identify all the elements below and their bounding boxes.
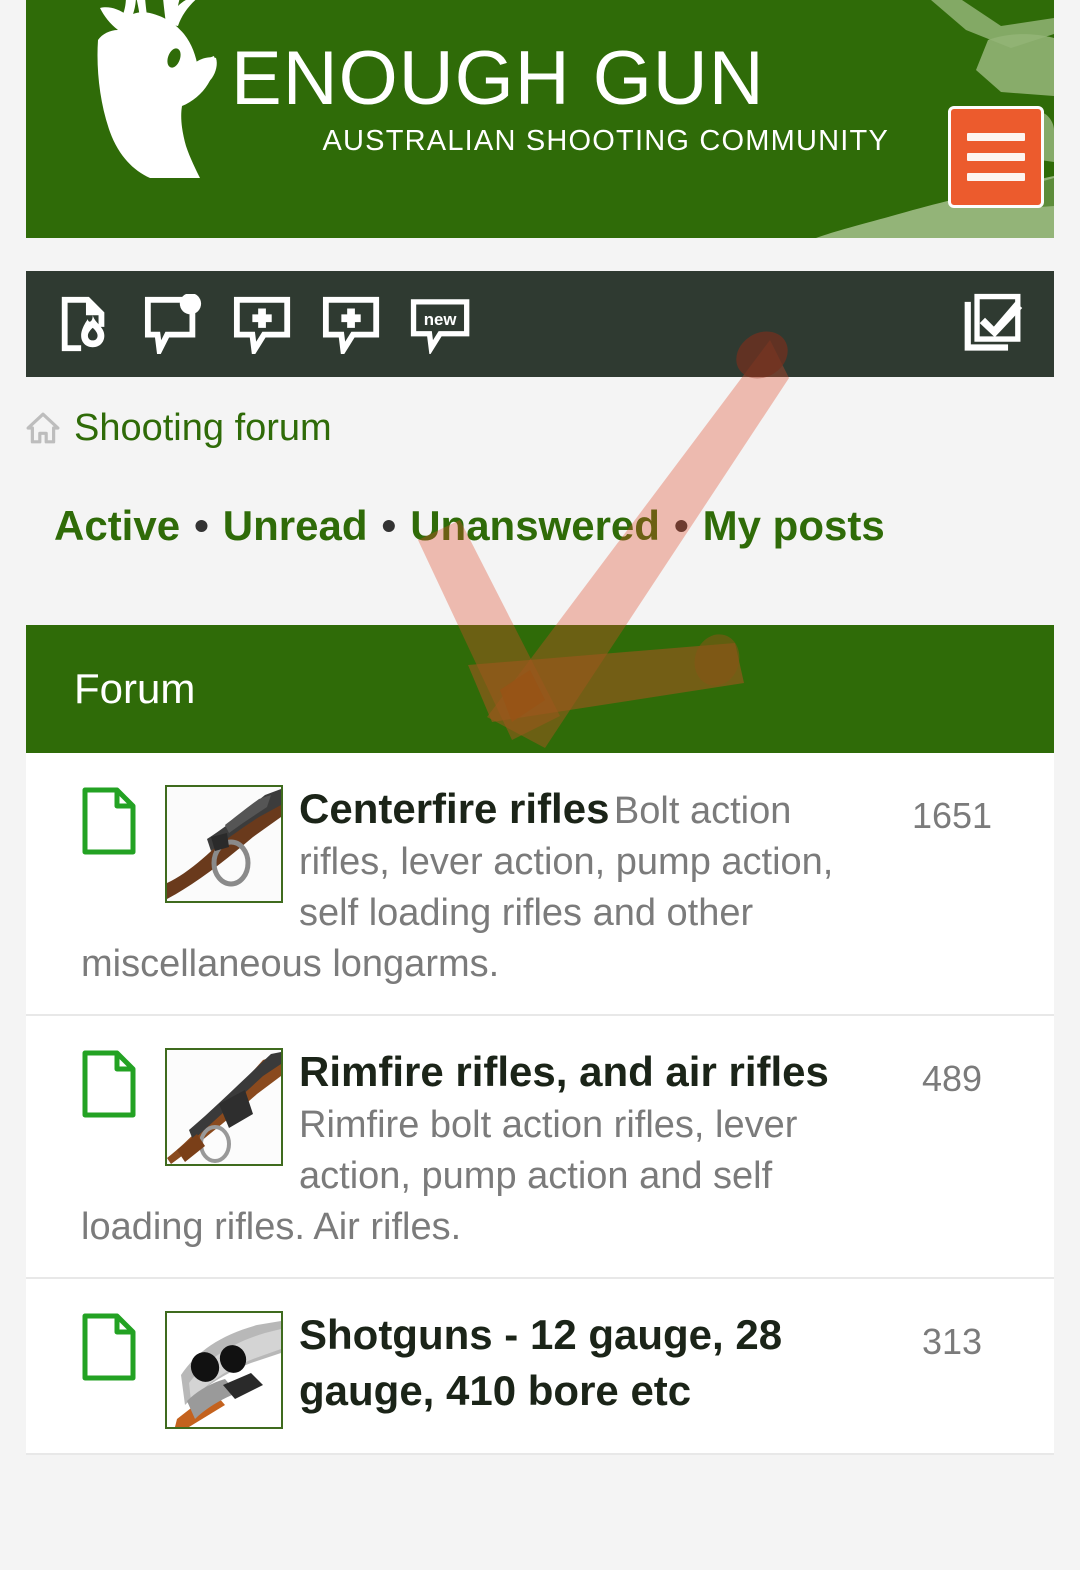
unanswered-posts-icon [144,294,202,354]
new-badge-label: new [424,310,458,329]
nav-separator: • [381,502,397,549]
site-title: ENOUGH GUN [231,36,765,121]
breadcrumb-item-shooting-forum[interactable]: Shooting forum [74,406,332,450]
icon-toolbar: new [26,271,1054,377]
topic-count: 1651 [911,795,993,836]
new-topic-button[interactable] [321,293,383,355]
new-posts-icon: new [410,299,470,354]
forum-thumbnail [165,785,283,903]
new-topic-icon [322,296,380,354]
table-row[interactable]: 1651 Centerfire rifles Bolt action rifle… [26,753,1054,1016]
nav-link-active[interactable]: Active [54,498,180,554]
topic-count: 489 [921,1058,983,1099]
forum-title-link[interactable]: Rimfire rifles, and air rifles [299,1048,829,1095]
menu-button[interactable] [948,106,1044,208]
forum-title-link[interactable]: Shotguns - 12 gauge, 28 gauge, 410 bore … [299,1311,782,1414]
nav-link-unanswered[interactable]: Unanswered [410,498,660,554]
new-posts-button[interactable]: new [410,293,472,355]
brand-text-block: ENOUGH GUN AUSTRALIAN SHOOTING COMMUNITY [231,38,891,158]
table-row[interactable]: 313 Shotguns - 12 gauge, 28 gauge, 410 b… [26,1279,1054,1455]
new-post-icon [233,296,291,354]
site-subtitle: AUSTRALIAN SHOOTING COMMUNITY [322,125,889,157]
forum-thumbnail [165,1048,283,1166]
mark-all-read-icon [964,293,1023,351]
hot-topics-button[interactable] [54,293,116,355]
forum-thumbnail [165,1311,283,1429]
site-header-banner: ENOUGH GUN AUSTRALIAN SHOOTING COMMUNITY [26,0,1054,238]
forum-column-header: Forum [74,665,196,712]
forum-list-header: Forum [26,625,1054,753]
forum-list: Forum 1651 Centerfire rifles Bolt action… [26,625,1054,1455]
nav-separator: • [673,502,689,549]
hamburger-icon-bar [967,153,1025,161]
nav-link-my-posts[interactable]: My posts [703,498,885,554]
double-barrel-shotgun-thumb [167,1313,281,1427]
rimfire-rifle-thumb [167,1050,281,1164]
unread-document-icon [82,1313,136,1381]
nav-separator: • [194,502,209,549]
deer-head-icon [97,0,217,178]
hamburger-icon-bar [967,173,1025,181]
hot-topics-icon [61,296,105,352]
forum-title-link[interactable]: Centerfire rifles [299,785,609,832]
nav-link-unread[interactable]: Unread [223,498,368,554]
unread-document-icon [82,1050,136,1118]
unread-document-icon [82,787,136,855]
unanswered-posts-button[interactable] [143,293,205,355]
bolt-action-rifle-thumb [167,787,281,901]
topic-count: 313 [921,1321,983,1362]
forum-filter-nav: Active • Unread • Unanswered • My posts [54,498,885,554]
home-icon [26,412,60,444]
mark-all-read-button[interactable] [962,293,1024,355]
hamburger-icon-bar [967,133,1025,141]
breadcrumb: Shooting forum [26,406,332,450]
page-root: ENOUGH GUN AUSTRALIAN SHOOTING COMMUNITY [0,0,1080,1570]
new-post-button[interactable] [232,293,294,355]
table-row[interactable]: 489 Rimfire rifles, and air rifles Rimfi… [26,1016,1054,1279]
